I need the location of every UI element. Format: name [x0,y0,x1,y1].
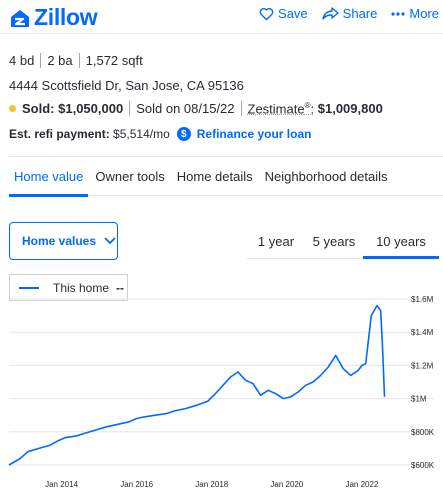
x-tick-label: Jan 2020 [270,480,303,489]
header-actions: Save Share More [259,6,439,21]
sold-date: Sold on 08/15/22 [136,101,235,117]
share-arrow-icon [321,7,339,20]
save-label: Save [278,6,308,21]
facts-divider [40,53,42,68]
x-tick-label: Jan 2018 [195,480,228,489]
x-tick-label: Jan 2022 [345,480,378,489]
range-5-years[interactable]: 5 years [305,224,363,258]
tab-home-details[interactable]: Home details [177,158,253,196]
sold-status-dot-icon [9,105,16,113]
zestimate-text: Zestimate [247,101,305,117]
top-bar: Zillow Save Share More [0,0,443,34]
save-button[interactable]: Save [259,6,308,21]
y-tick-label: $1.4M [411,328,434,337]
more-button[interactable]: More [391,6,439,21]
more-dots-icon [391,11,405,16]
zillow-house-icon [11,9,29,27]
range-1-year[interactable]: 1 year [247,224,305,258]
home-value-chart[interactable]: $600K $800K $1M $1.2M $1.4M $1.6M Jan 2014 Jan … [0,290,443,500]
sqft-value: 1,572 sqft [85,53,143,68]
beds-value: 4 bd [9,53,35,68]
refi-value: $5,514/mo [113,127,170,141]
dollar-icon: $ [176,127,191,141]
sold-label: Sold: [22,101,55,117]
sale-status: Sold: $1,050,000 Sold on 08/15/22 Zestim… [9,101,383,116]
heart-icon [259,7,274,20]
tab-neighborhood-details[interactable]: Neighborhood details [265,158,388,196]
y-tick-label: $1M [411,395,427,404]
share-button[interactable]: Share [321,6,378,21]
x-tick-label: Jan 2016 [120,480,153,489]
baths-value: 2 ba [47,53,73,68]
tab-bar: Home value Owner tools Home details Neig… [9,158,443,197]
logo-text: Zillow [34,4,98,30]
x-tick-label: Jan 2014 [45,480,78,489]
share-label: Share [342,6,378,21]
tab-owner-tools[interactable]: Owner tools [95,158,164,196]
chevron-down-icon [104,237,116,245]
home-values-dropdown[interactable]: Home values [9,222,118,260]
tab-home-value[interactable]: Home value [9,158,89,197]
range-10-years[interactable]: 10 years [363,224,439,259]
time-range-selector: 1 year 5 years 10 years [247,224,439,259]
refi-row: Est. refi payment: $5,514/mo $ Refinance… [9,127,311,141]
refinance-link[interactable]: Refinance your loan [197,127,312,141]
y-tick-label: $800K [411,428,435,437]
zestimate-registered-mark: ® [304,101,311,110]
zestimate-label[interactable]: Zestimate®: [248,101,315,116]
property-address: 4444 Scottsfield Dr, San Jose, CA 95136 [9,78,244,93]
section-divider [9,156,443,157]
y-tick-label: $1.2M [411,361,434,370]
y-tick-label: $600K [411,461,435,470]
sold-price: $1,050,000 [58,101,124,117]
facts-divider [78,53,80,68]
refi-label: Est. refi payment: [9,127,110,141]
dropdown-label: Home values [22,234,97,248]
y-tick-label: $1.6M [411,295,434,304]
legend-line-swatch [19,286,39,289]
more-label: More [409,6,439,21]
status-divider [240,101,242,117]
home-facts: 4 bd 2 ba 1,572 sqft [9,53,143,68]
status-divider [129,101,131,117]
zillow-logo[interactable]: Zillow [9,4,98,31]
zestimate-value: $1,009,800 [317,101,383,117]
series-line-this-home [8,304,386,466]
